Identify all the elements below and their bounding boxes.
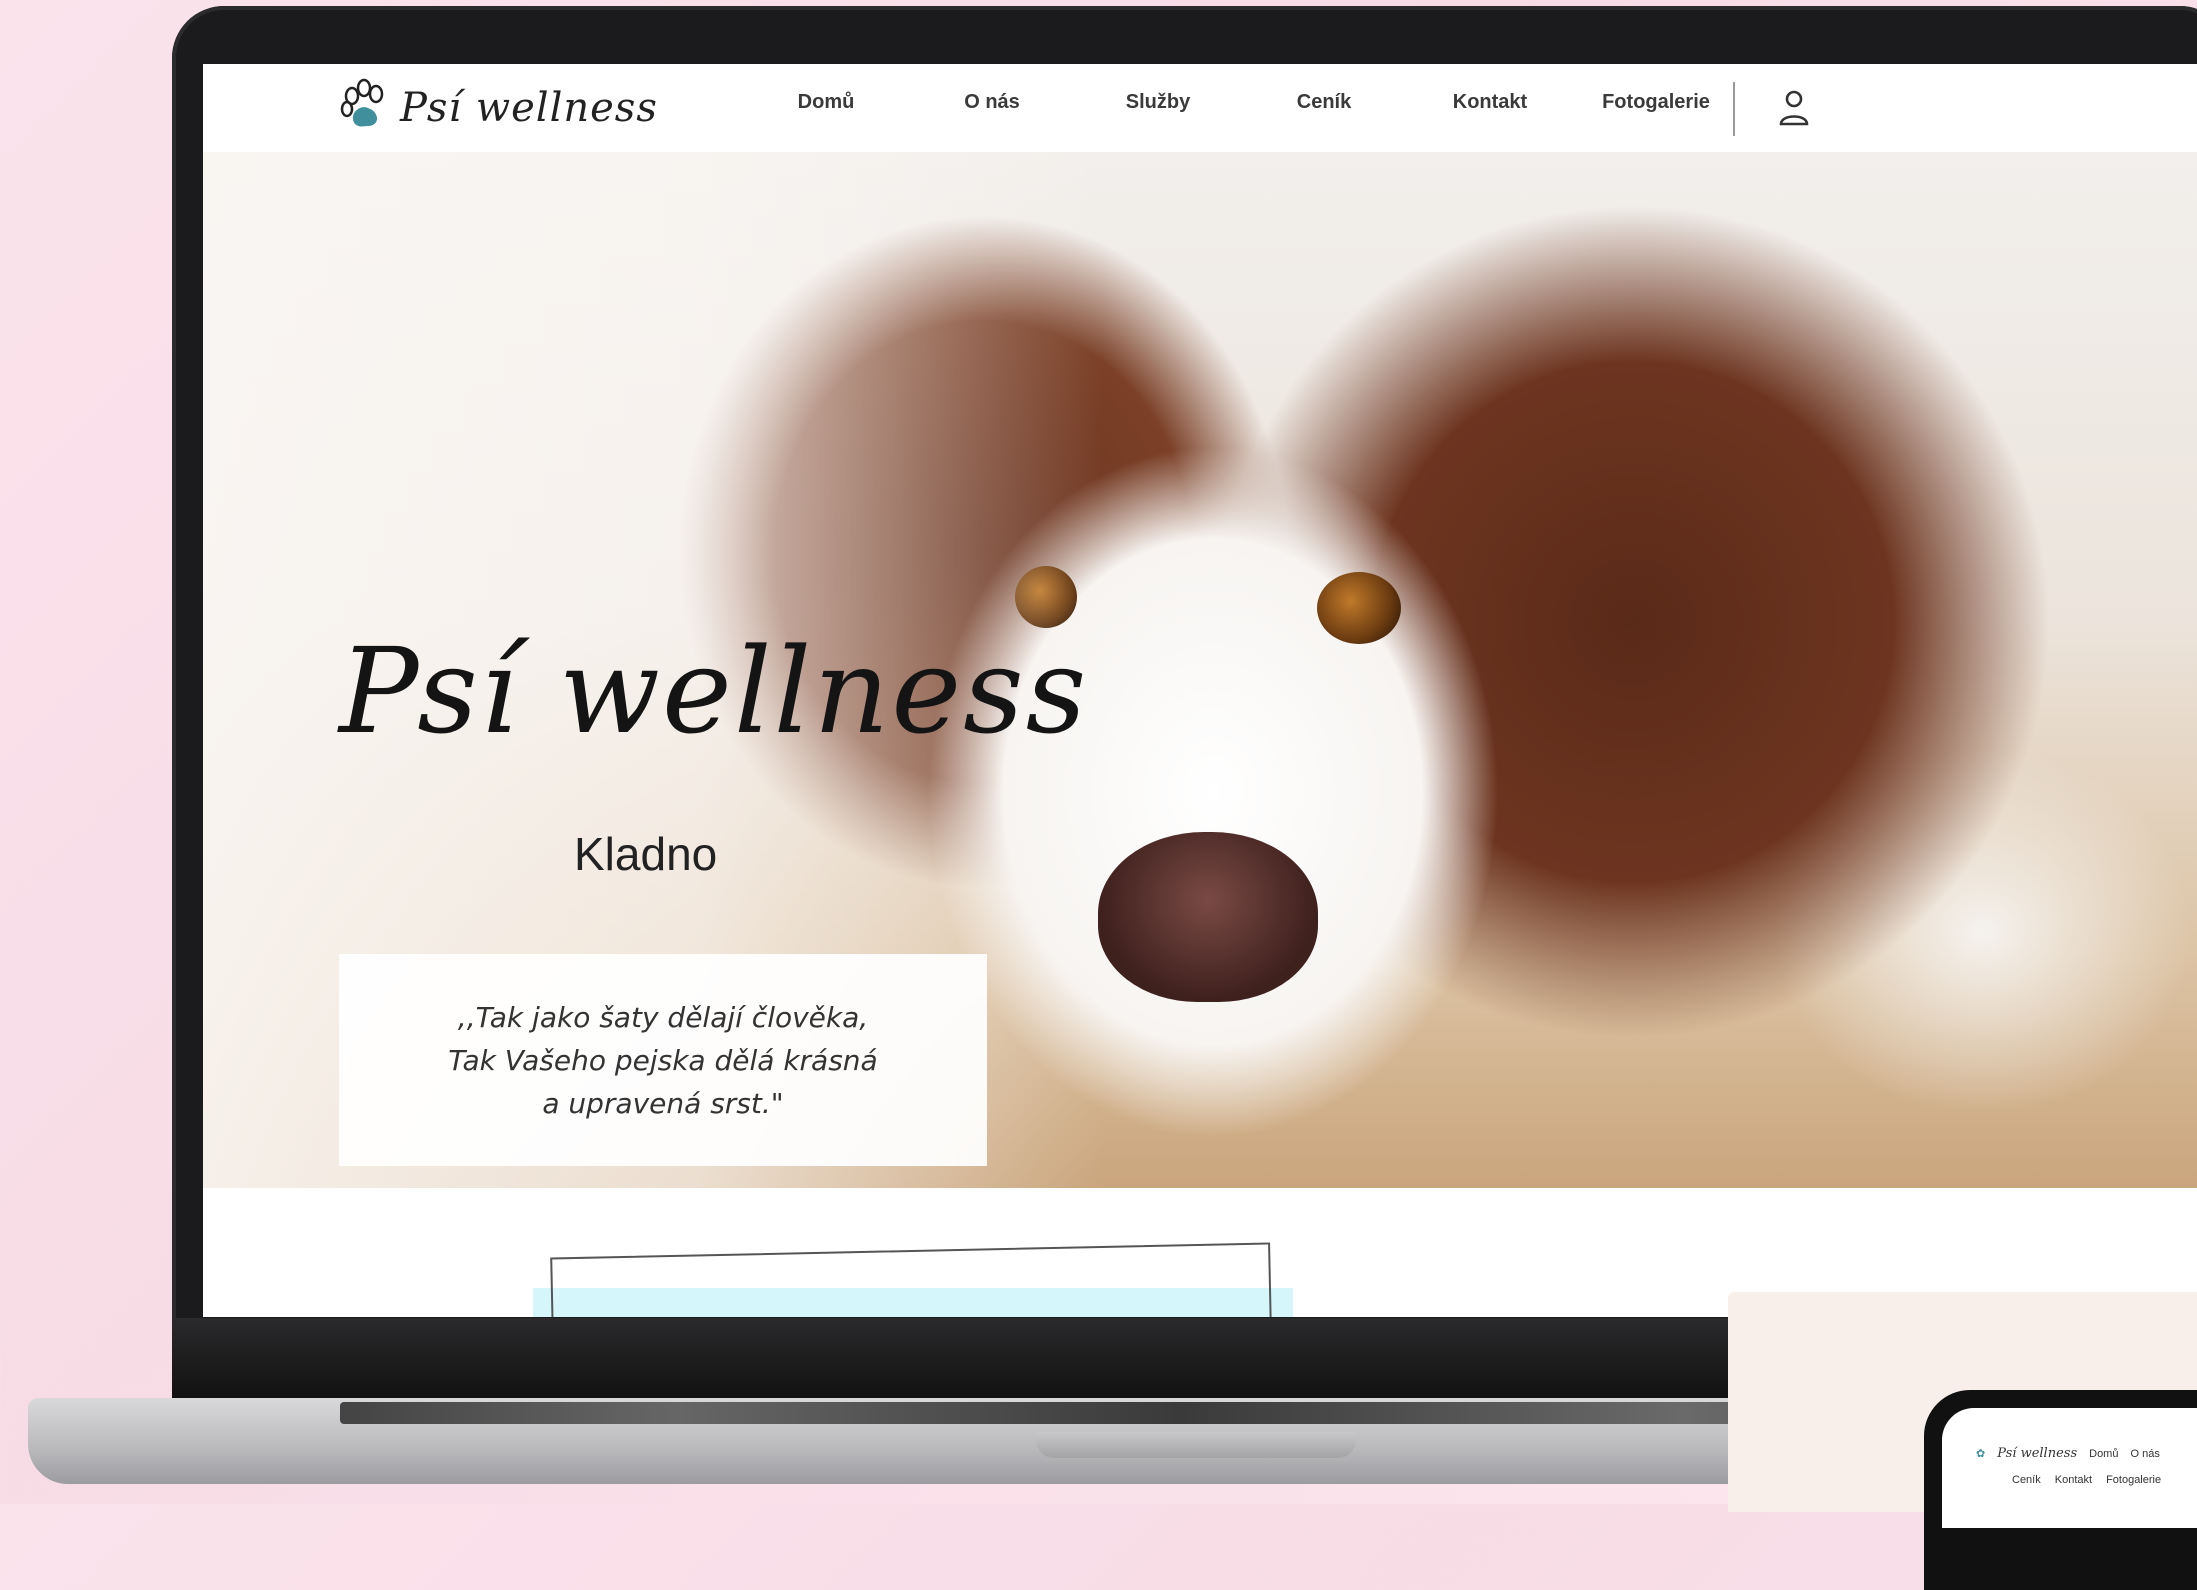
nav-link-o-nas[interactable]: O nás xyxy=(909,91,1075,114)
paw-icon xyxy=(338,78,392,137)
phone-nav-row-1: ✿ Psí wellness Domů O nás xyxy=(1976,1446,2160,1461)
phone-nav-link-domu[interactable]: Domů xyxy=(2089,1448,2118,1460)
logo-text: Psí wellness xyxy=(400,84,658,131)
nav-link-sluzby[interactable]: Služby xyxy=(1075,91,1241,114)
phone-nav-link-o-nas[interactable]: O nás xyxy=(2130,1448,2159,1460)
phone-screen: ✿ Psí wellness Domů O nás Ceník Kontakt … xyxy=(1942,1408,2197,1528)
quote-text: ,,Tak jako šaty dělají člověka, Tak Vaše… xyxy=(448,1000,878,1120)
nav-link-domu[interactable]: Domů xyxy=(743,91,909,114)
nav-link-fotogalerie[interactable]: Fotogalerie xyxy=(1573,91,1739,114)
phone-paw-icon: ✿ xyxy=(1976,1448,1986,1460)
dog-nose xyxy=(1098,832,1318,1002)
hero-title: Psí wellness xyxy=(339,622,1089,760)
nav-divider xyxy=(1733,82,1735,136)
trackpad-notch xyxy=(1036,1432,1356,1458)
dog-eye-right xyxy=(1317,572,1401,644)
user-icon[interactable] xyxy=(1777,88,1811,133)
phone-nav-link-cenik[interactable]: Ceník xyxy=(2012,1474,2041,1486)
quote-box: ,,Tak jako šaty dělají člověka, Tak Vaše… xyxy=(339,954,987,1166)
phone-nav-row-2: Ceník Kontakt Fotogalerie xyxy=(2012,1474,2161,1486)
navbar: Psí wellness Domů O nás Služby Ceník Kon… xyxy=(203,64,2197,152)
nav-link-cenik[interactable]: Ceník xyxy=(1241,91,1407,114)
nav-link-kontakt[interactable]: Kontakt xyxy=(1407,91,1573,114)
hero-subtitle: Kladno xyxy=(574,828,718,880)
phone-nav-link-kontakt[interactable]: Kontakt xyxy=(2055,1474,2092,1486)
phone-logo-text: Psí wellness xyxy=(1997,1446,2078,1461)
hero-section: Psí wellness Kladno ,,Tak jako šaty děla… xyxy=(203,152,2197,1188)
frame-outline xyxy=(550,1242,1272,1317)
phone-nav-link-fotogalerie[interactable]: Fotogalerie xyxy=(2106,1474,2161,1486)
site-logo[interactable]: Psí wellness xyxy=(338,78,658,137)
nav-links: Domů O nás Služby Ceník Kontakt Fotogale… xyxy=(743,91,1739,114)
laptop-screen: Psí wellness Domů O nás Služby Ceník Kon… xyxy=(203,64,2197,1317)
